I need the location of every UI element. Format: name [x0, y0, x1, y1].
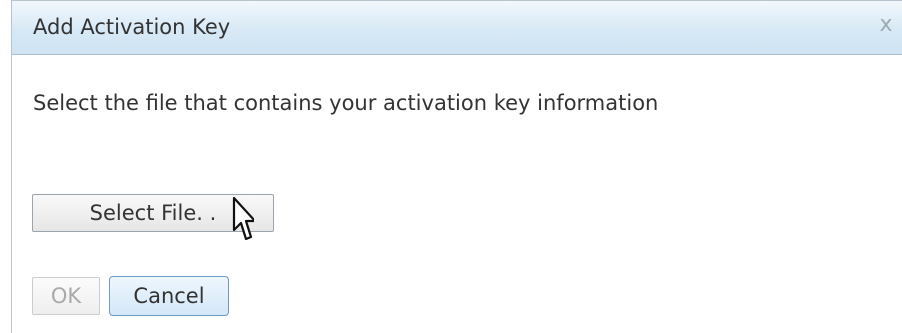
close-icon[interactable]: x	[874, 11, 898, 39]
dialog-titlebar: Add Activation Key x	[12, 1, 902, 55]
add-activation-key-dialog: Add Activation Key x Select the file tha…	[11, 0, 902, 333]
dialog-message: Select the file that contains your activ…	[33, 91, 659, 115]
dialog-title: Add Activation Key	[33, 15, 231, 39]
cancel-button[interactable]: Cancel	[109, 276, 229, 316]
ok-button[interactable]: OK	[32, 277, 100, 315]
mouse-pointer-icon	[232, 196, 254, 241]
